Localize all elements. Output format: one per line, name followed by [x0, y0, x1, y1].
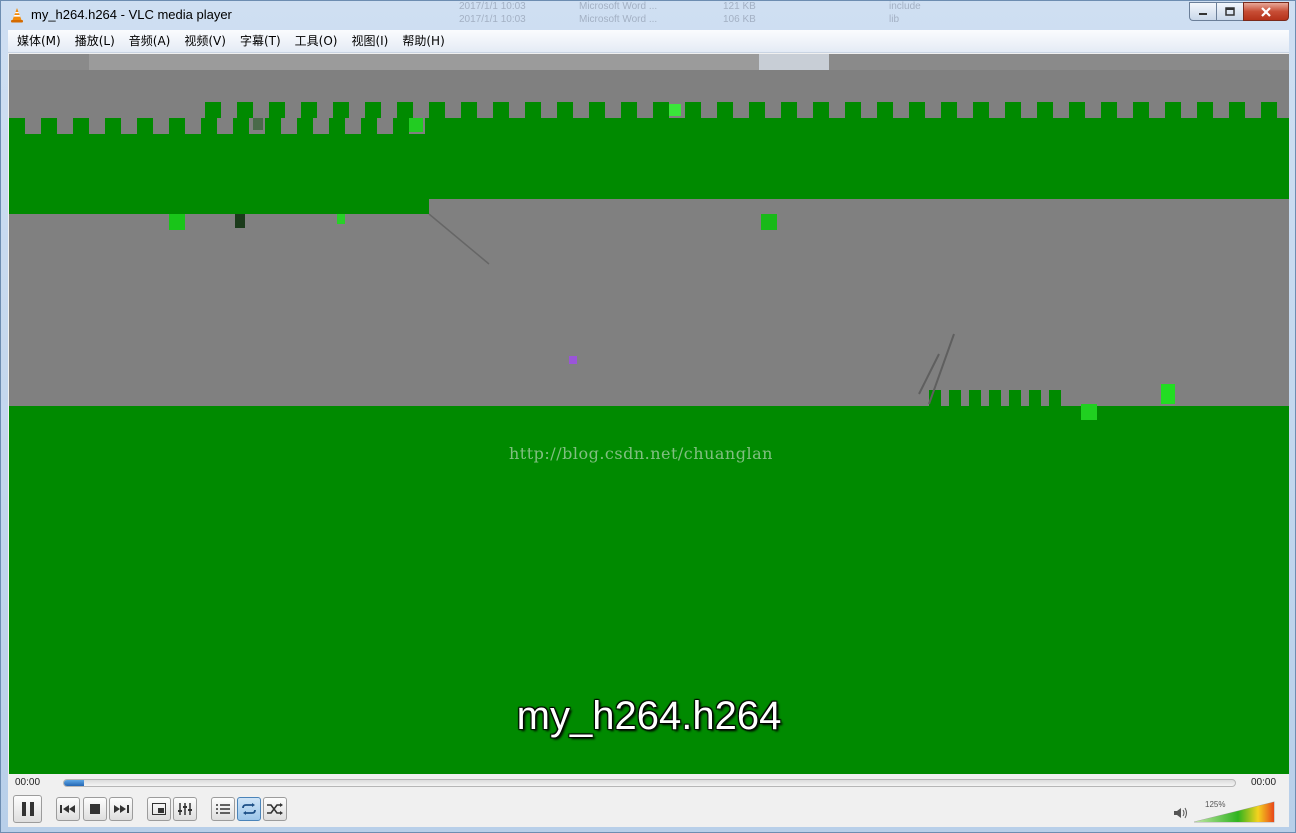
menu-help[interactable]: 帮助(H) [395, 31, 451, 51]
playlist-icon [216, 804, 230, 814]
fullscreen-icon [152, 803, 166, 815]
ghost-text: 2017/1/1 10:03 [459, 14, 526, 25]
title-bar[interactable]: my_h264.h264 - VLC media player 2017/1/1… [1, 1, 1295, 30]
minimize-button[interactable] [1189, 2, 1216, 21]
loop-button[interactable] [237, 797, 261, 821]
watermark-text: http://blog.csdn.net/chuanglan [509, 444, 773, 463]
maximize-icon [1225, 6, 1235, 16]
vlc-cone-icon [11, 8, 23, 23]
elapsed-time: 00:00 [15, 777, 41, 788]
fullscreen-button[interactable] [147, 797, 171, 821]
close-button[interactable] [1243, 2, 1289, 21]
ghost-text: Microsoft Word ... [579, 14, 658, 25]
shuffle-button[interactable] [263, 797, 287, 821]
menu-bar: 媒体(M) 播放(L) 音频(A) 视频(V) 字幕(T) 工具(O) 视图(I) 帮助(H) [8, 30, 1289, 53]
shuffle-icon [267, 803, 283, 815]
osd-title: my_h264.h264 [516, 694, 782, 738]
close-icon [1261, 6, 1271, 17]
window-title: my_h264.h264 - VLC media player [31, 7, 232, 22]
ghost-text: 121 KB [723, 1, 756, 12]
client-area: 媒体(M) 播放(L) 音频(A) 视频(V) 字幕(T) 工具(O) 视图(I) 帮助(H) [8, 30, 1289, 827]
ghost-text: lib [889, 14, 900, 25]
corrupted-video-frame [9, 54, 1289, 774]
ghost-text: 106 KB [723, 14, 756, 25]
pause-button[interactable] [13, 795, 42, 823]
menu-audio[interactable]: 音频(A) [122, 31, 178, 51]
control-bar: 125% [8, 792, 1289, 827]
previous-button[interactable] [56, 797, 80, 821]
seek-row: 00:00 00:00 [8, 774, 1289, 792]
total-time: 00:00 [1251, 777, 1277, 788]
menu-playback[interactable]: 播放(L) [68, 31, 122, 51]
vlc-window: my_h264.h264 - VLC media player 2017/1/1… [0, 0, 1296, 833]
volume-percent: 125% [1205, 800, 1226, 809]
speaker-icon[interactable] [1174, 807, 1188, 819]
previous-icon [60, 805, 75, 813]
seek-slider[interactable] [63, 779, 1236, 787]
next-button[interactable] [109, 797, 133, 821]
stop-icon [90, 804, 100, 814]
video-output[interactable]: http://blog.csdn.net/chuanglan my_h264.h… [9, 54, 1289, 774]
seek-progress-fill [64, 780, 84, 786]
menu-media[interactable]: 媒体(M) [10, 31, 68, 51]
ghost-text: include [889, 1, 921, 12]
ghost-text: 2017/1/1 10:03 [459, 1, 526, 12]
menu-view[interactable]: 视图(I) [344, 31, 395, 51]
playlist-button[interactable] [211, 797, 235, 821]
menu-tools[interactable]: 工具(O) [288, 31, 345, 51]
maximize-button[interactable] [1216, 2, 1243, 21]
menu-subtitle[interactable]: 字幕(T) [233, 31, 288, 51]
stop-button[interactable] [83, 797, 107, 821]
extended-settings-icon [178, 803, 192, 815]
window-buttons [1189, 2, 1289, 21]
extended-settings-button[interactable] [173, 797, 197, 821]
menu-video[interactable]: 视频(V) [177, 31, 233, 51]
pause-icon [21, 802, 34, 816]
next-icon [114, 805, 129, 813]
loop-icon [242, 803, 256, 815]
minimize-icon [1199, 12, 1207, 15]
ghost-text: Microsoft Word ... [579, 1, 658, 12]
